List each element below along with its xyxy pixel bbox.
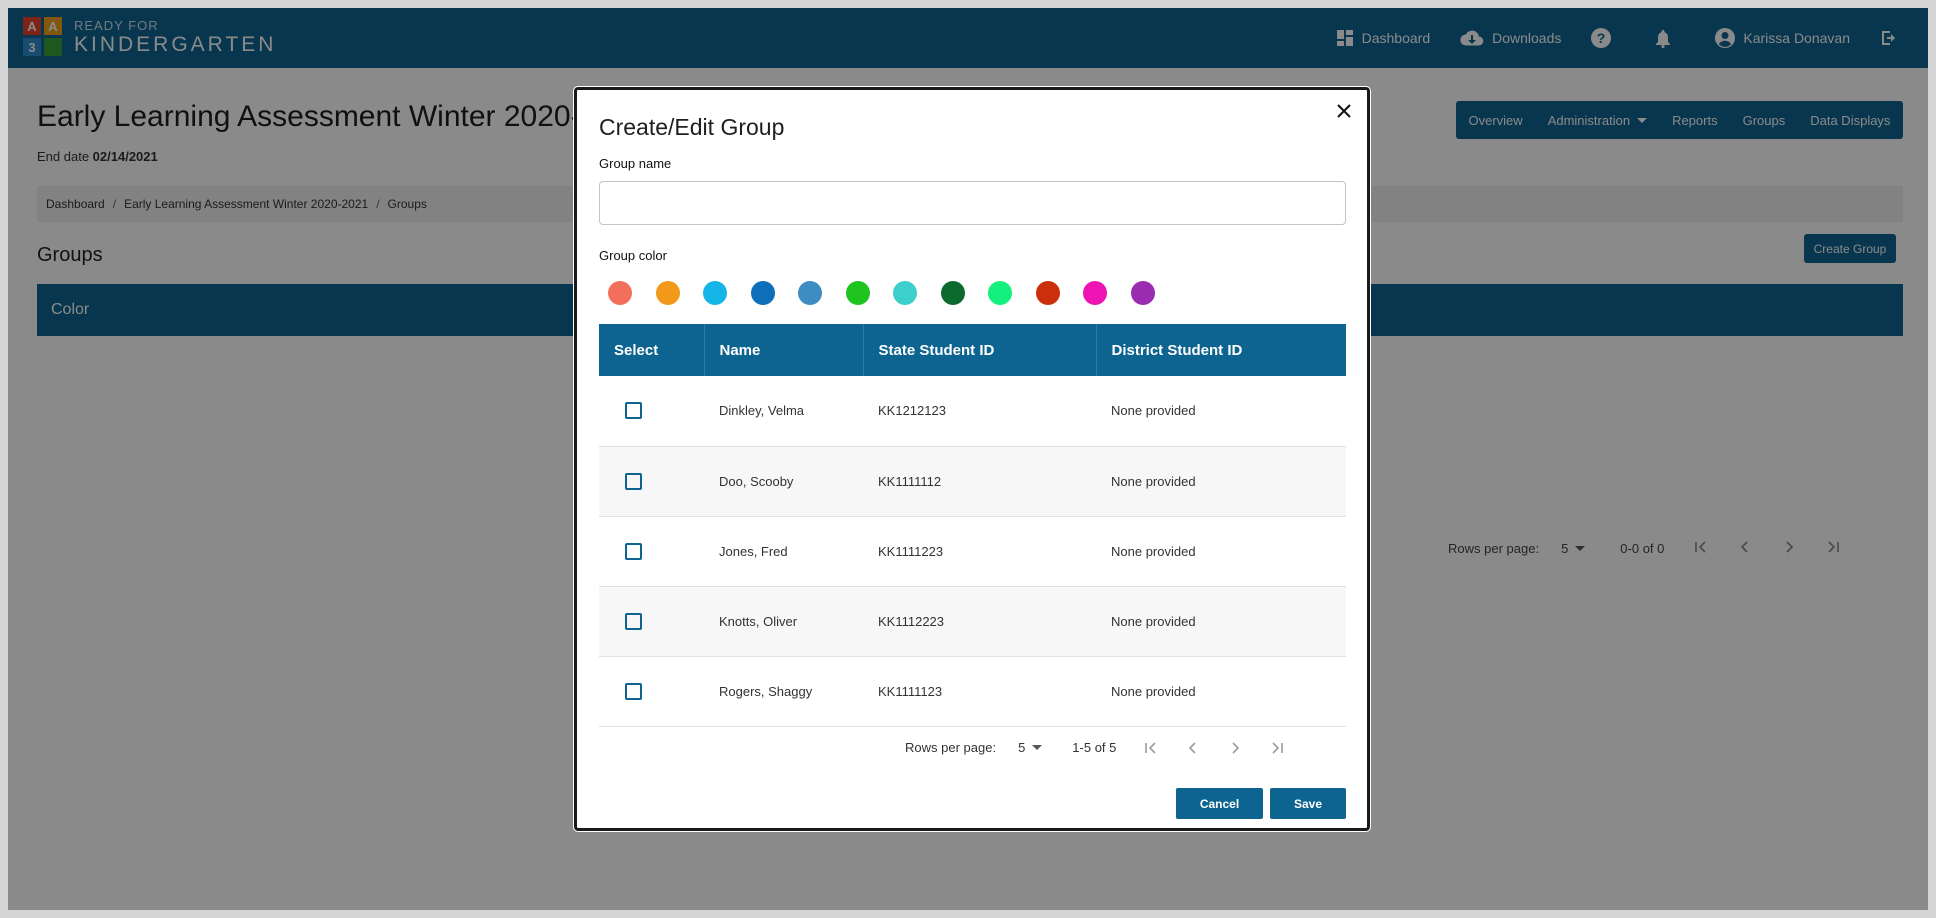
select-cell xyxy=(599,376,704,447)
color-picker xyxy=(608,281,1178,305)
student-name: Dinkley, Velma xyxy=(704,376,863,447)
column-name[interactable]: Name xyxy=(704,324,864,376)
color-swatch[interactable] xyxy=(845,281,870,305)
table-row: Dinkley, Velma KK1212123 None provided xyxy=(599,376,1346,447)
pagination-range: 1-5 of 5 xyxy=(1072,740,1117,755)
color-swatch[interactable] xyxy=(798,281,822,305)
color-swatch[interactable] xyxy=(1130,281,1155,305)
district-student-id: None provided xyxy=(1096,376,1346,447)
cancel-button[interactable]: Cancel xyxy=(1176,788,1263,819)
color-swatch[interactable] xyxy=(893,281,917,305)
rows-per-page-value: 5 xyxy=(1018,740,1026,755)
color-swatch[interactable] xyxy=(655,281,680,305)
district-student-id: None provided xyxy=(1096,446,1346,517)
dialog-title: Create/Edit Group xyxy=(599,114,785,140)
group-name-input[interactable] xyxy=(599,181,1346,225)
select-cell xyxy=(599,516,704,587)
last-page-icon[interactable] xyxy=(1270,741,1284,755)
rows-per-page-select[interactable]: 5 xyxy=(1018,740,1043,755)
row-checkbox[interactable] xyxy=(625,402,642,420)
first-page-icon[interactable] xyxy=(1144,741,1158,755)
row-checkbox[interactable] xyxy=(625,542,642,560)
state-student-id: KK1112223 xyxy=(863,586,1096,657)
row-checkbox[interactable] xyxy=(625,612,642,630)
state-student-id: KK1212123 xyxy=(863,376,1096,447)
save-button[interactable]: Save xyxy=(1270,788,1346,819)
select-cell xyxy=(599,656,704,727)
students-table: Select Name State Student ID District St… xyxy=(599,324,1346,727)
students-pagination: Rows per page: 5 1-5 of 5 xyxy=(905,740,1284,755)
app-frame: A A 3 READY FOR KINDERGARTEN Dashboard D… xyxy=(8,8,1928,910)
row-checkbox[interactable] xyxy=(625,472,642,490)
color-swatch[interactable] xyxy=(1083,281,1107,305)
table-row: Rogers, Shaggy KK1111123 None provided xyxy=(599,656,1346,727)
student-name: Knotts, Oliver xyxy=(704,586,863,657)
color-swatch[interactable] xyxy=(1035,281,1060,305)
color-swatch[interactable] xyxy=(940,281,965,305)
state-student-id: KK1111112 xyxy=(863,446,1096,517)
group-name-label: Group name xyxy=(599,156,672,171)
rows-per-page-label: Rows per page: xyxy=(905,740,997,755)
chevron-down-icon xyxy=(1032,745,1043,750)
color-swatch[interactable] xyxy=(750,281,775,305)
table-row: Doo, Scooby KK1111112 None provided xyxy=(599,446,1346,517)
student-name: Rogers, Shaggy xyxy=(704,656,863,727)
table-row: Knotts, Oliver KK1112223 None provided xyxy=(599,586,1346,657)
color-swatch[interactable] xyxy=(703,281,727,305)
table-header-row: Select Name State Student ID District St… xyxy=(599,324,1346,376)
close-button[interactable] xyxy=(1333,100,1355,122)
district-student-id: None provided xyxy=(1096,516,1346,587)
table-row: Jones, Fred KK1111223 None provided xyxy=(599,516,1346,587)
district-student-id: None provided xyxy=(1096,586,1346,657)
student-name: Doo, Scooby xyxy=(704,446,863,517)
column-select: Select xyxy=(599,324,705,376)
create-edit-group-dialog: Create/Edit Group Group name Group color xyxy=(573,86,1371,832)
district-student-id: None provided xyxy=(1096,656,1346,727)
column-district-student-id[interactable]: District Student ID xyxy=(1096,324,1346,376)
next-page-icon[interactable] xyxy=(1228,741,1242,755)
color-swatch[interactable] xyxy=(608,281,632,305)
color-swatch[interactable] xyxy=(988,281,1012,305)
state-student-id: KK1111123 xyxy=(863,656,1096,727)
select-cell xyxy=(599,446,704,517)
row-checkbox[interactable] xyxy=(625,682,642,700)
column-state-student-id[interactable]: State Student ID xyxy=(863,324,1097,376)
close-icon xyxy=(1337,104,1351,118)
prev-page-icon[interactable] xyxy=(1186,741,1200,755)
student-name: Jones, Fred xyxy=(704,516,863,587)
group-color-label: Group color xyxy=(599,248,667,263)
select-cell xyxy=(599,586,704,657)
state-student-id: KK1111223 xyxy=(863,516,1096,587)
